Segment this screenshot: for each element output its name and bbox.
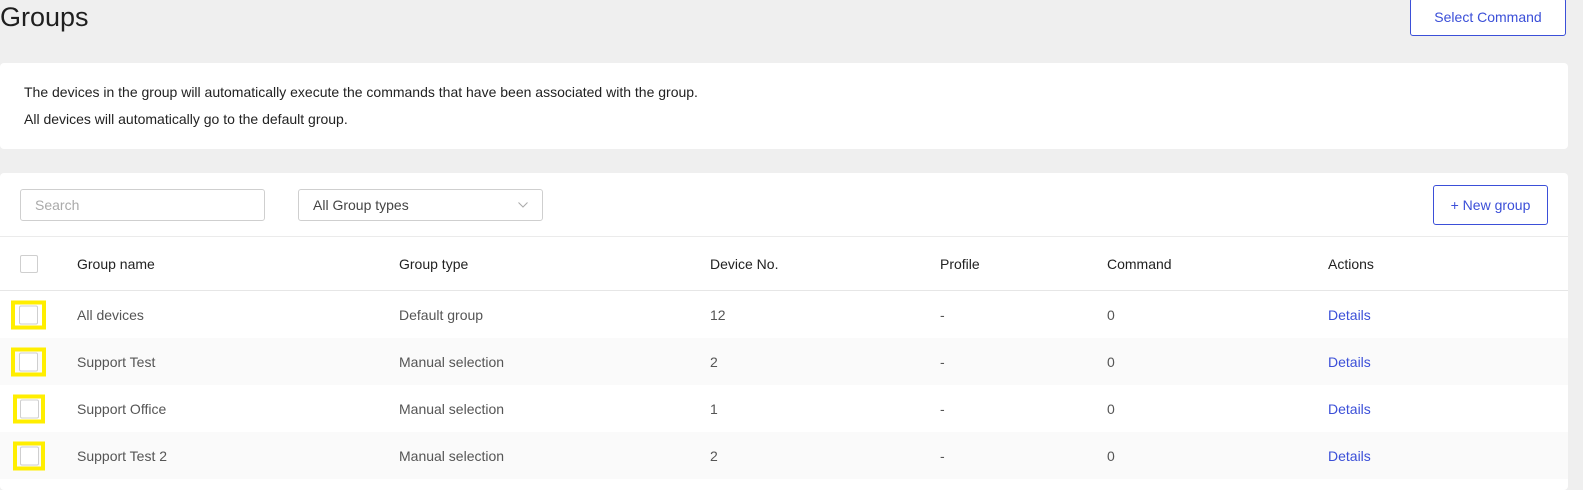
select-all-checkbox[interactable]	[20, 254, 38, 273]
column-header-profile[interactable]: Profile	[940, 256, 980, 272]
info-panel: The devices in the group will automatica…	[0, 63, 1568, 149]
info-text-commands: The devices in the group will automatica…	[24, 84, 698, 100]
details-link[interactable]: Details	[1328, 354, 1371, 370]
profile-cell: -	[940, 400, 945, 417]
group-name-cell: Support Test	[77, 353, 156, 370]
table-row: Support Test 2 Manual selection 2 - 0 De…	[0, 432, 1568, 479]
row-checkbox[interactable]	[19, 446, 39, 465]
select-command-button[interactable]: Select Command	[1410, 0, 1566, 36]
group-type-cell: Manual selection	[399, 400, 505, 417]
page-title: Groups	[0, 2, 89, 32]
groups-table-panel: All Group types + New group Group name G…	[0, 173, 1568, 490]
column-header-actions: Actions	[1328, 255, 1374, 272]
command-cell: 0	[1107, 306, 1115, 323]
profile-cell: -	[940, 447, 945, 464]
group-name-cell: All devices	[77, 306, 144, 323]
table-row: Support Test Manual selection 2 - 0 Deta…	[0, 338, 1568, 385]
chevron-down-icon	[518, 202, 528, 208]
group-type-cell: Manual selection	[399, 353, 505, 370]
row-checkbox-highlight	[11, 300, 46, 329]
device-count-cell: 12	[710, 306, 726, 323]
column-header-group-name[interactable]: Group name	[77, 256, 155, 272]
table-header-row: Group name Group type Device No. Profile…	[0, 237, 1568, 291]
details-link[interactable]: Details	[1328, 448, 1371, 464]
row-checkbox[interactable]	[19, 352, 38, 371]
command-cell: 0	[1107, 447, 1115, 464]
group-name-cell: Support Test 2	[77, 447, 168, 464]
group-type-cell: Manual selection	[399, 447, 505, 464]
group-type-cell: Default group	[399, 306, 484, 323]
row-checkbox[interactable]	[19, 399, 39, 418]
command-cell: 0	[1107, 353, 1115, 370]
column-header-command[interactable]: Command	[1107, 256, 1172, 272]
group-type-select-value: All Group types	[313, 197, 409, 213]
row-checkbox-highlight	[13, 394, 45, 423]
profile-cell: -	[940, 306, 945, 323]
group-name-cell: Support Office	[77, 400, 167, 417]
details-link[interactable]: Details	[1328, 401, 1371, 417]
search-input[interactable]	[20, 189, 265, 221]
table-row: All devices Default group 12 - 0 Details	[0, 291, 1568, 338]
group-type-select[interactable]: All Group types	[298, 189, 543, 221]
column-header-group-type[interactable]: Group type	[399, 256, 468, 272]
row-checkbox[interactable]	[19, 305, 38, 324]
device-count-cell: 2	[710, 353, 718, 370]
row-checkbox-highlight	[11, 347, 46, 376]
profile-cell: -	[940, 353, 945, 370]
table-row: Support Office Manual selection 1 - 0 De…	[0, 385, 1568, 432]
details-link[interactable]: Details	[1328, 307, 1371, 323]
device-count-cell: 1	[710, 400, 718, 417]
info-text-default-group: All devices will automatically go to the…	[24, 111, 348, 127]
command-cell: 0	[1107, 400, 1115, 417]
device-count-cell: 2	[710, 447, 718, 464]
column-header-device-no[interactable]: Device No.	[710, 256, 778, 272]
new-group-button[interactable]: + New group	[1433, 185, 1548, 225]
row-checkbox-highlight	[13, 441, 45, 470]
